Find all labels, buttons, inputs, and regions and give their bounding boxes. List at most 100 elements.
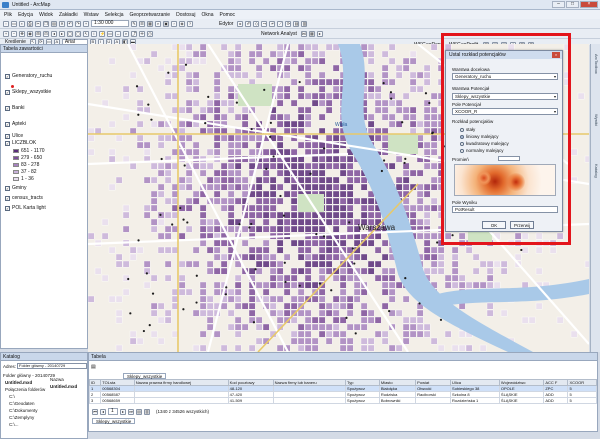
checkbox-icon[interactable]: ✓ (5, 140, 10, 146)
network-icon[interactable]: ⋈ (300, 30, 307, 37)
reshape-icon[interactable]: ⤳ (261, 20, 268, 27)
menu-wstaw[interactable]: Wstaw (84, 12, 99, 18)
attributes-icon[interactable]: ▤ (293, 20, 300, 27)
results-tab[interactable]: Wyniki (592, 114, 599, 126)
zoom-out-icon[interactable]: − (11, 30, 17, 37)
toc-item-generatory[interactable]: ✓ Generatory_ruchu (5, 73, 52, 79)
forward-icon[interactable]: ▸ (59, 30, 65, 37)
fixed-zoom-in-icon[interactable]: ⊞ (35, 30, 41, 37)
catalog-item[interactable]: C:\... (9, 422, 19, 427)
menu-edycja[interactable]: Edycja (18, 12, 33, 18)
rotate-icon[interactable]: ⟳ (285, 20, 292, 27)
sketch-props-icon[interactable]: ▥ (301, 20, 308, 27)
checkbox-icon[interactable]: ✓ (5, 89, 10, 95)
redo-icon[interactable]: ↷ (75, 20, 81, 27)
toc-item-gminy[interactable]: ✓ Gminy (5, 185, 26, 191)
menu-selekcja[interactable]: Selekcja (105, 12, 124, 18)
next-record-icon[interactable]: ▸ (120, 408, 126, 415)
toc-item-apteki[interactable]: ✓ Apteki (5, 121, 26, 127)
catalog-item[interactable]: C:\Dokumenty (9, 408, 38, 413)
identify-icon[interactable]: i (91, 30, 97, 37)
menu-geoprzetwarzanie[interactable]: Geoprzetwarzanie (130, 12, 171, 18)
checkbox-icon[interactable]: ✓ (5, 121, 10, 127)
network-analyst-menu[interactable]: Network Analyst (259, 31, 299, 37)
menu-pomoc[interactable]: Pomoc (220, 12, 236, 18)
zoom-in-icon[interactable]: + (3, 30, 9, 37)
toc-item-liczblok[interactable]: ✓ LICZBLOK (5, 140, 36, 146)
goto-xy-icon[interactable]: ✛ (139, 30, 145, 37)
full-extent-icon[interactable]: ◉ (27, 30, 33, 37)
menu-okna[interactable]: Okna (202, 12, 214, 18)
python-icon[interactable]: › (171, 20, 177, 27)
record-number-input[interactable]: 1 (108, 408, 118, 415)
catalog-tab[interactable]: Katalog (592, 164, 599, 178)
table-options-icon[interactable]: ▤ (91, 364, 97, 370)
checkbox-icon[interactable]: ✓ (5, 195, 10, 201)
time-slider-icon[interactable]: ◷ (147, 30, 153, 37)
scale-input[interactable]: 1:30 000 (91, 20, 129, 27)
menu-widok[interactable]: Widok (39, 12, 53, 18)
close-button[interactable]: × (580, 1, 598, 8)
toc-item-pol-karta[interactable]: ✓ POL Karta light (5, 205, 46, 211)
catalog-item[interactable]: Untitled.mxd (5, 380, 32, 385)
show-all-icon[interactable]: ▤ (136, 408, 142, 415)
toc-item-census[interactable]: ✓ census_tracts (5, 195, 43, 201)
network-solve-icon[interactable]: ▸ (316, 30, 323, 37)
show-selected-icon[interactable]: ▥ (144, 408, 150, 415)
menu-zakladki[interactable]: Zakładki (59, 12, 78, 18)
cut-icon[interactable]: ✂ (35, 20, 41, 27)
sketch-icon[interactable]: ✐ (245, 20, 252, 27)
measure-icon[interactable]: ↔ (115, 30, 121, 37)
toc-item-ulice[interactable]: ✓ Ulice (5, 133, 23, 139)
table-row[interactable]: 3 00568659 41-509 Spożywcz Bobrowniki Rozdzie… (88, 397, 597, 404)
pan-icon[interactable]: ✥ (19, 30, 25, 37)
editor-menu[interactable]: Edytor (217, 21, 235, 27)
prev-record-icon[interactable]: ◂ (100, 408, 106, 415)
hyperlink-icon[interactable]: ⚡ (99, 30, 105, 37)
html-popup-icon[interactable]: ▭ (107, 30, 113, 37)
checkbox-icon[interactable]: ✓ (5, 205, 10, 211)
help-icon[interactable]: ? (187, 20, 193, 27)
vertex-icon[interactable]: ◇ (253, 20, 260, 27)
checkbox-icon[interactable]: ✓ (5, 73, 10, 79)
catalog-root[interactable]: Folder główny - 20140729 (3, 373, 55, 378)
maximize-button[interactable]: □ (566, 1, 579, 8)
catalog-item[interactable]: C:\Zemplyny (9, 415, 34, 420)
first-record-icon[interactable]: ⏮ (92, 408, 98, 415)
back-icon[interactable]: ◂ (51, 30, 57, 37)
copy-icon[interactable]: ❐ (43, 20, 49, 27)
cut-polygon-icon[interactable]: ⌿ (269, 20, 276, 27)
checkbox-icon[interactable]: ✓ (5, 133, 10, 139)
route-icon[interactable]: ⤴ (131, 30, 137, 37)
split-icon[interactable]: ⟋ (277, 20, 284, 27)
new-icon[interactable]: ▫ (3, 20, 9, 27)
minimize-button[interactable]: – (552, 1, 565, 8)
catalog-item[interactable]: Połączenia folderów (5, 387, 45, 392)
toc-item-sklepy[interactable]: ✓ Sklepy_wszystkie (5, 89, 51, 95)
catalog-item[interactable]: C:\ (9, 394, 15, 399)
undo-icon[interactable]: ↶ (67, 20, 73, 27)
print-icon[interactable]: ⎙ (27, 20, 33, 27)
model-icon[interactable]: ◈ (179, 20, 185, 27)
checkbox-icon[interactable]: ✓ (5, 185, 10, 191)
menu-plik[interactable]: Plik (4, 12, 12, 18)
edit-tool-icon[interactable]: ▸ (237, 20, 244, 27)
last-record-icon[interactable]: ⏭ (128, 408, 134, 415)
fixed-zoom-out-icon[interactable]: ⊟ (43, 30, 49, 37)
select-elements-icon[interactable]: ↖ (83, 30, 89, 37)
search-icon[interactable]: ⌕ (155, 20, 161, 27)
toc-icon[interactable]: ☰ (139, 20, 145, 27)
save-icon[interactable]: ▪ (19, 20, 25, 27)
arctoolbox-tab[interactable]: ArcToolbox (592, 54, 599, 74)
paste-icon[interactable]: ▤ (51, 20, 57, 27)
checkbox-icon[interactable]: ✓ (5, 105, 10, 111)
find-icon[interactable]: ⌕ (123, 30, 129, 37)
toc-item-banki[interactable]: ✓ Banki (5, 105, 25, 111)
toolbox-icon[interactable]: ▣ (163, 20, 169, 27)
select-features-icon[interactable]: ▢ (67, 30, 73, 37)
address-input[interactable]: Folder główny - 20140729 (17, 363, 87, 369)
add-data-icon[interactable]: + (83, 20, 89, 27)
menu-dostosuj[interactable]: Dostosuj (176, 12, 195, 18)
editor-toolbar-icon[interactable]: ✎ (131, 20, 137, 27)
clear-selection-icon[interactable]: ◻ (75, 30, 81, 37)
